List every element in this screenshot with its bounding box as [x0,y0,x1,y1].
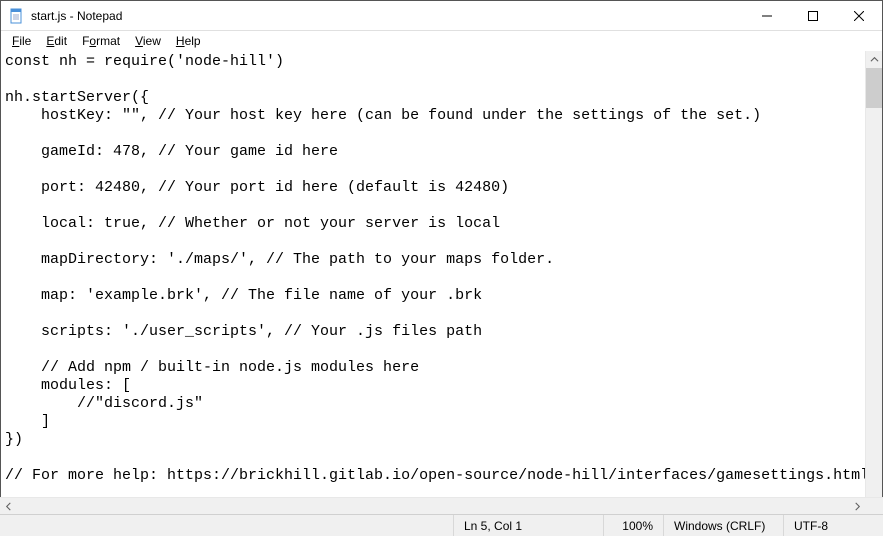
menubar: File Edit Format View Help [1,31,882,51]
menu-file[interactable]: File [5,33,39,49]
window-controls [744,1,882,30]
menu-view[interactable]: View [128,33,169,49]
window-title: start.js - Notepad [31,9,744,23]
scroll-left-icon[interactable] [0,498,17,515]
scroll-up-icon[interactable] [866,51,882,68]
statusbar: Ln 5, Col 1 100% Windows (CRLF) UTF-8 [0,514,883,536]
status-line-ending: Windows (CRLF) [663,515,783,536]
notepad-icon [9,8,25,24]
vertical-scrollbar[interactable] [865,51,882,513]
menu-edit[interactable]: Edit [39,33,75,49]
titlebar: start.js - Notepad [1,1,882,31]
text-editor[interactable]: const nh = require('node-hill') nh.start… [1,51,865,513]
menu-format[interactable]: Format [75,33,128,49]
vertical-scroll-thumb[interactable] [866,68,882,108]
scroll-corner [866,498,883,515]
minimize-button[interactable] [744,1,790,30]
status-zoom: 100% [603,515,663,536]
editor-area: const nh = require('node-hill') nh.start… [1,51,882,513]
status-cursor-position: Ln 5, Col 1 [453,515,603,536]
maximize-button[interactable] [790,1,836,30]
menu-help[interactable]: Help [169,33,209,49]
scroll-right-icon[interactable] [849,498,866,515]
horizontal-scrollbar[interactable] [0,497,883,514]
close-button[interactable] [836,1,882,30]
status-encoding: UTF-8 [783,515,883,536]
